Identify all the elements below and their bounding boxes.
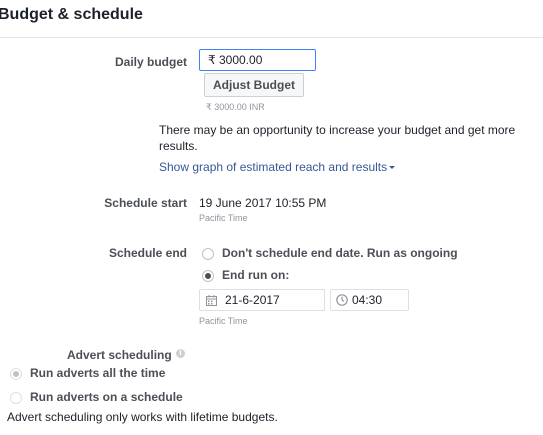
advert-option-schedule[interactable]: Run adverts on a schedule	[10, 390, 210, 406]
end-time-value: 04:30	[352, 293, 383, 307]
end-date-field[interactable]: 21-6-2017	[199, 289, 325, 311]
schedule-end-label: Schedule end	[108, 246, 187, 260]
schedule-end-timezone: Pacific Time	[199, 316, 248, 326]
radio-schedule[interactable]	[10, 392, 22, 404]
end-option-ongoing-label: Don't schedule end date. Run as ongoing	[222, 246, 458, 260]
advert-option-schedule-label: Run adverts on a schedule	[30, 390, 183, 404]
schedule-start-timezone: Pacific Time	[199, 213, 248, 223]
calendar-icon	[206, 295, 217, 306]
budget-value: 3000.00	[218, 53, 263, 67]
radio-all-time[interactable]	[10, 368, 22, 380]
show-graph-link[interactable]: Show graph of estimated reach and result…	[159, 160, 396, 174]
advert-scheduling-label: Advert scheduling	[67, 348, 172, 362]
schedule-start-label: Schedule start	[104, 196, 187, 210]
caret-down-icon	[389, 166, 396, 170]
advert-option-all-time-label: Run adverts all the time	[30, 366, 166, 380]
adjust-budget-button[interactable]: Adjust Budget	[204, 73, 304, 97]
end-option-end-run[interactable]: End run on:	[202, 268, 402, 284]
info-icon[interactable]: i	[176, 349, 185, 358]
daily-budget-input[interactable]: ₹ 3000.00	[199, 49, 316, 71]
show-graph-link-label: Show graph of estimated reach and result…	[159, 160, 388, 174]
end-option-ongoing[interactable]: Don't schedule end date. Run as ongoing	[202, 246, 522, 262]
clock-icon	[336, 294, 348, 306]
end-time-field[interactable]: 04:30	[330, 289, 409, 311]
converted-budget: ₹ 3000.00 INR	[206, 102, 265, 112]
section-divider	[0, 37, 543, 38]
currency-symbol: ₹	[208, 53, 216, 67]
advert-scheduling-note: Advert scheduling only works with lifeti…	[7, 410, 278, 424]
schedule-start-value: 19 June 2017 10:55 PM	[199, 196, 327, 210]
advert-option-all-time[interactable]: Run adverts all the time	[10, 366, 210, 382]
budget-notice: There may be an opportunity to increase …	[159, 123, 516, 153]
radio-ongoing[interactable]	[202, 248, 214, 260]
daily-budget-label: Daily budget	[114, 55, 187, 69]
end-option-end-run-label: End run on:	[222, 268, 290, 282]
section-title: Budget & schedule	[0, 6, 143, 23]
radio-end-run[interactable]	[202, 270, 214, 282]
end-date-value: 21-6-2017	[225, 293, 280, 307]
